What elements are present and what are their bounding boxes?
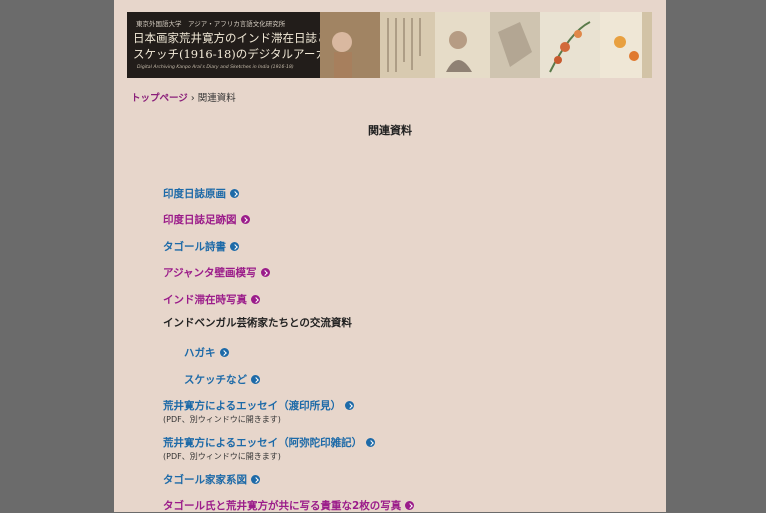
link-ajanta-copy[interactable]: アジャンタ壁画模写: [163, 265, 270, 280]
banner-title-line2: スケッチ(1916-18)のデジタルアーカイブ: [133, 47, 350, 61]
list-item: タゴール氏と荒井寛方が共に写る貴重な2枚の写真: [163, 494, 415, 513]
list-item: インド滞在時写真: [163, 288, 260, 307]
link-postcards[interactable]: ハガキ: [184, 345, 229, 360]
pdf-note: (PDF、別ウィンドウに開きます): [163, 415, 281, 424]
link-label: ハガキ: [184, 347, 216, 359]
chevron-right-circle-icon: [405, 501, 415, 510]
link-india-photos[interactable]: インド滞在時写真: [163, 292, 260, 307]
chevron-right-circle-icon: [260, 268, 270, 277]
link-label: タゴール氏と荒井寛方が共に写る貴重な2枚の写真: [163, 500, 402, 512]
list-item: スケッチなど: [184, 368, 260, 387]
section-heading-bengal: インドベンガル芸術家たちとの交流資料: [163, 317, 352, 329]
link-label: 荒井寛方によるエッセイ（渡印所見）: [163, 400, 342, 412]
list-item: 荒井寛方によるエッセイ（渡印所見） (PDF、別ウィンドウに開きます): [163, 394, 355, 425]
chevron-right-circle-icon: [251, 475, 260, 484]
list-item: 荒井寛方によるエッセイ（阿弥陀印雑記） (PDF、別ウィンドウに開きます): [163, 431, 376, 462]
link-rare-photos[interactable]: タゴール氏と荒井寛方が共に写る貴重な2枚の写真: [163, 498, 415, 513]
link-diary-original[interactable]: 印度日誌原画: [163, 186, 239, 201]
chevron-right-circle-icon: [219, 348, 229, 357]
link-tagore-letters[interactable]: タゴール詩書: [163, 239, 239, 254]
link-sketches[interactable]: スケッチなど: [184, 372, 260, 387]
banner-title-line1: 日本画家荒井寛方のインド滞在日誌と: [133, 31, 329, 45]
list-item: タゴール詩書: [163, 235, 239, 254]
chevron-right-circle-icon: [345, 401, 355, 410]
chevron-right-circle-icon: [366, 438, 376, 447]
list-item: ハガキ: [184, 341, 229, 360]
banner-artwork: [320, 12, 652, 78]
link-essay-amida[interactable]: 荒井寛方によるエッセイ（阿弥陀印雑記）: [163, 435, 376, 450]
chevron-right-circle-icon: [230, 189, 239, 198]
chevron-right-circle-icon: [251, 295, 260, 304]
link-essay-tosenshoken[interactable]: 荒井寛方によるエッセイ（渡印所見）: [163, 398, 355, 413]
list-item: 印度日誌原画: [163, 182, 239, 201]
banner-subtitle-en: Digital Archiving Kanpo Arai's Diary and…: [137, 65, 294, 70]
link-label: 印度日誌足跡図: [163, 214, 237, 226]
link-label: タゴール家家系図: [163, 474, 247, 486]
breadcrumb-separator: ›: [190, 93, 195, 104]
breadcrumb-home-link[interactable]: トップページ: [131, 93, 188, 104]
list-item: アジャンタ壁画模写: [163, 261, 270, 280]
chevron-right-circle-icon: [230, 242, 239, 251]
link-label: スケッチなど: [184, 374, 247, 386]
link-tagore-family[interactable]: タゴール家家系図: [163, 472, 260, 487]
breadcrumb-current: 関連資料: [197, 93, 236, 104]
chevron-right-circle-icon: [240, 215, 250, 224]
page-title: 関連資料: [368, 124, 412, 137]
banner-title-block: 東京外国語大学 アジア・アフリカ言語文化研究所 日本画家荒井寛方のインド滞在日誌…: [127, 12, 350, 78]
link-label: 荒井寛方によるエッセイ（阿弥陀印雑記）: [163, 437, 363, 449]
banner-institution: 東京外国語大学 アジア・アフリカ言語文化研究所: [136, 20, 286, 28]
list-item: タゴール家家系図: [163, 468, 260, 487]
site-banner[interactable]: 東京外国語大学 アジア・アフリカ言語文化研究所 日本画家荒井寛方のインド滞在日誌…: [127, 12, 652, 78]
pdf-note: (PDF、別ウィンドウに開きます): [163, 452, 281, 461]
link-diary-footprints[interactable]: 印度日誌足跡図: [163, 212, 250, 227]
link-label: インド滞在時写真: [163, 294, 247, 306]
link-label: 印度日誌原画: [163, 188, 226, 200]
breadcrumb: トップページ › 関連資料: [131, 90, 236, 104]
content-page: 東京外国語大学 アジア・アフリカ言語文化研究所 日本画家荒井寛方のインド滞在日誌…: [114, 0, 666, 512]
chevron-right-circle-icon: [251, 375, 260, 384]
link-label: タゴール詩書: [163, 241, 226, 253]
link-label: アジャンタ壁画模写: [163, 267, 257, 279]
list-item: 印度日誌足跡図: [163, 208, 250, 227]
